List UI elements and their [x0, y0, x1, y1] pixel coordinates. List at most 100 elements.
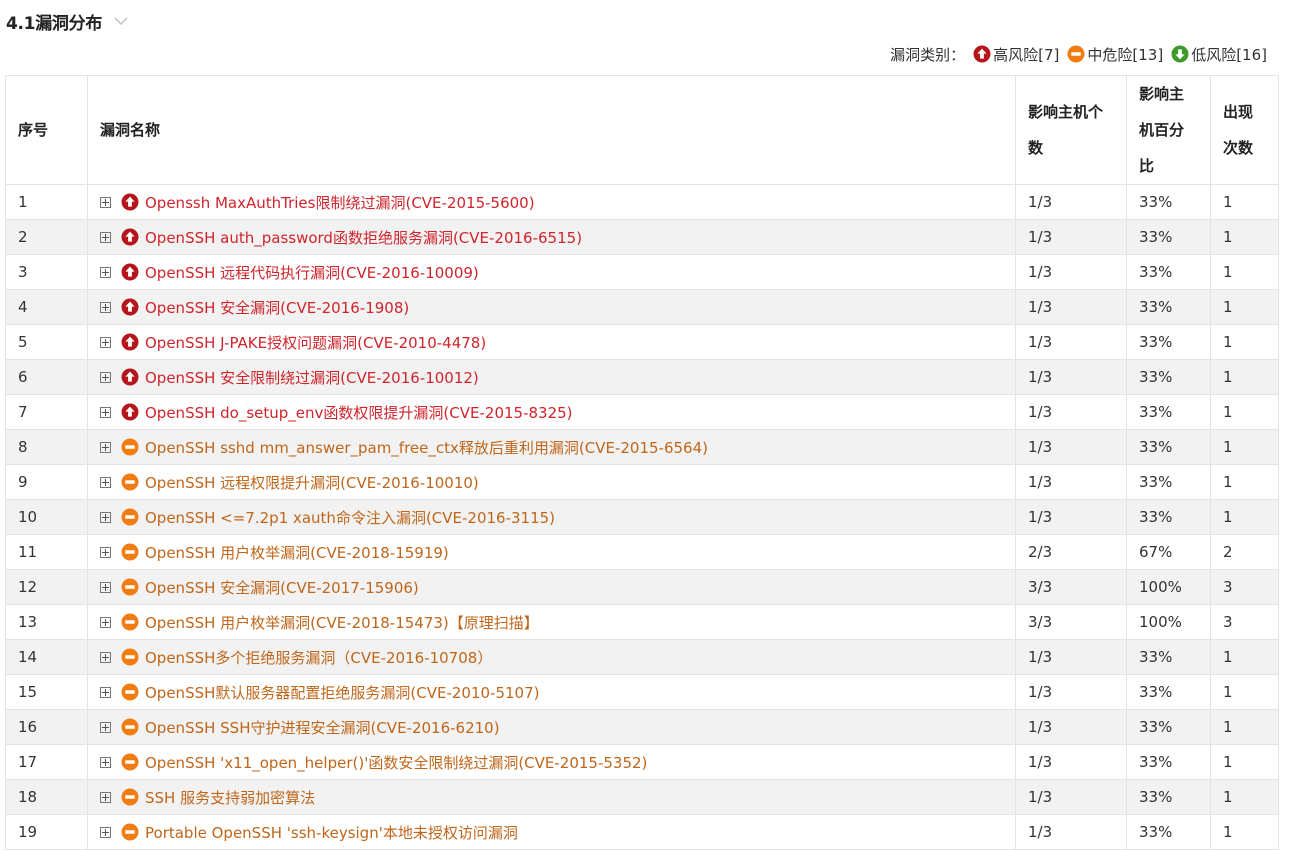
cell-count: 1	[1210, 709, 1279, 745]
cell-count: 1	[1210, 219, 1279, 255]
cell-index: 17	[5, 744, 88, 780]
cell-hosts: 3/3	[1015, 569, 1127, 605]
cell-hosts: 1/3	[1015, 814, 1127, 850]
vulnerability-name-link[interactable]: OpenSSH <=7.2p1 xauth命令注入漏洞(CVE-2016-311…	[145, 507, 555, 528]
medium-risk-icon	[121, 508, 139, 526]
medium-risk-icon	[121, 613, 139, 631]
vulnerability-name-link[interactable]: SSH 服务支持弱加密算法	[145, 787, 315, 808]
cell-count: 1	[1210, 639, 1279, 675]
expand-icon[interactable]	[100, 196, 111, 208]
high-risk-icon	[121, 228, 139, 246]
cell-hosts: 1/3	[1015, 324, 1127, 360]
cell-count: 1	[1210, 184, 1279, 220]
table-row: 3 OpenSSH 远程代码执行漏洞(CVE-2016-10009) 1/3 33% 1	[5, 254, 1279, 290]
cell-index: 16	[5, 709, 88, 745]
cell-hosts: 3/3	[1015, 604, 1127, 640]
cell-index: 1	[5, 184, 88, 220]
table-body: 1 Openssh MaxAuthTries限制绕过漏洞(CVE-2015-560…	[5, 184, 1279, 850]
expand-icon[interactable]	[100, 581, 111, 593]
vulnerability-name-link[interactable]: OpenSSH SSH守护进程安全漏洞(CVE-2016-6210)	[145, 717, 500, 738]
cell-count: 1	[1210, 814, 1279, 850]
cell-index: 2	[5, 219, 88, 255]
expand-icon[interactable]	[100, 756, 111, 768]
vulnerability-name-link[interactable]: OpenSSH默认服务器配置拒绝服务漏洞(CVE-2010-5107)	[145, 682, 539, 703]
medium-risk-icon	[121, 543, 139, 561]
cell-name: OpenSSH多个拒绝服务漏洞（CVE-2016-10708）	[87, 639, 1016, 675]
vulnerability-table: 序号 漏洞名称 影响主机个数 影响主机百分比 出现次数 1 Openssh Max…	[5, 75, 1279, 850]
cell-index: 4	[5, 289, 88, 325]
vulnerability-name-link[interactable]: OpenSSH 用户枚举漏洞(CVE-2018-15473)【原理扫描】	[145, 612, 539, 633]
cell-count: 1	[1210, 674, 1279, 710]
vulnerability-name-link[interactable]: OpenSSH auth_password函数拒绝服务漏洞(CVE-2016-6…	[145, 227, 582, 248]
cell-name: OpenSSH do_setup_env函数权限提升漏洞(CVE-2015-83…	[87, 394, 1016, 430]
cell-hosts: 1/3	[1015, 744, 1127, 780]
cell-count: 1	[1210, 744, 1279, 780]
expand-icon[interactable]	[100, 441, 111, 453]
cell-percent: 33%	[1126, 254, 1211, 290]
cell-hosts: 1/3	[1015, 219, 1127, 255]
expand-icon[interactable]	[100, 651, 111, 663]
vulnerability-name-link[interactable]: OpenSSH 远程代码执行漏洞(CVE-2016-10009)	[145, 262, 479, 283]
cell-count: 1	[1210, 394, 1279, 430]
expand-icon[interactable]	[100, 511, 111, 523]
high-risk-icon	[121, 263, 139, 281]
vulnerability-name-link[interactable]: Openssh MaxAuthTries限制绕过漏洞(CVE-2015-5600…	[145, 192, 535, 213]
vulnerability-name-link[interactable]: OpenSSH 'x11_open_helper()'函数安全限制绕过漏洞(CV…	[145, 752, 647, 773]
cell-percent: 67%	[1126, 534, 1211, 570]
expand-icon[interactable]	[100, 406, 111, 418]
vulnerability-name-link[interactable]: OpenSSH 安全漏洞(CVE-2017-15906)	[145, 577, 419, 598]
expand-icon[interactable]	[100, 301, 111, 313]
vulnerability-name-link[interactable]: OpenSSH 安全漏洞(CVE-2016-1908)	[145, 297, 409, 318]
cell-percent: 33%	[1126, 184, 1211, 220]
vulnerability-name-link[interactable]: OpenSSH J-PAKE授权问题漏洞(CVE-2010-4478)	[145, 332, 486, 353]
expand-icon[interactable]	[100, 371, 111, 383]
expand-icon[interactable]	[100, 686, 111, 698]
cell-name: OpenSSH 用户枚举漏洞(CVE-2018-15919)	[87, 534, 1016, 570]
table-header-row: 序号 漏洞名称 影响主机个数 影响主机百分比 出现次数	[5, 75, 1279, 185]
cell-name: OpenSSH sshd mm_answer_pam_free_ctx释放后重利…	[87, 429, 1016, 465]
expand-icon[interactable]	[100, 266, 111, 278]
table-row: 5 OpenSSH J-PAKE授权问题漏洞(CVE-2010-4478) 1/3 3…	[5, 324, 1279, 360]
table-row: 15 OpenSSH默认服务器配置拒绝服务漏洞(CVE-2010-5107) 1/3…	[5, 674, 1279, 710]
cell-hosts: 1/3	[1015, 359, 1127, 395]
expand-icon[interactable]	[100, 721, 111, 733]
chevron-down-icon[interactable]	[112, 12, 130, 30]
cell-percent: 33%	[1126, 499, 1211, 535]
cell-count: 1	[1210, 464, 1279, 500]
vulnerability-name-link[interactable]: Portable OpenSSH 'ssh-keysign'本地未授权访问漏洞	[145, 822, 518, 843]
table-row: 8 OpenSSH sshd mm_answer_pam_free_ctx释放后重…	[5, 429, 1279, 465]
expand-icon[interactable]	[100, 231, 111, 243]
header-percent: 影响主机百分比	[1126, 75, 1211, 185]
severity-legend: 漏洞类别： 高风险[7] 中危险[13] 低风险[16]	[890, 43, 1267, 65]
vulnerability-name-link[interactable]: OpenSSH多个拒绝服务漏洞（CVE-2016-10708）	[145, 647, 492, 668]
cell-index: 10	[5, 499, 88, 535]
legend-item-low: 低风险[16]	[1171, 44, 1267, 65]
cell-hosts: 1/3	[1015, 254, 1127, 290]
cell-hosts: 1/3	[1015, 394, 1127, 430]
vulnerability-name-link[interactable]: OpenSSH 用户枚举漏洞(CVE-2018-15919)	[145, 542, 449, 563]
vulnerability-name-link[interactable]: OpenSSH 远程权限提升漏洞(CVE-2016-10010)	[145, 472, 479, 493]
cell-name: OpenSSH 'x11_open_helper()'函数安全限制绕过漏洞(CV…	[87, 744, 1016, 780]
cell-name: Openssh MaxAuthTries限制绕过漏洞(CVE-2015-5600…	[87, 184, 1016, 220]
expand-icon[interactable]	[100, 791, 111, 803]
cell-count: 1	[1210, 359, 1279, 395]
cell-count: 3	[1210, 569, 1279, 605]
table-row: 12 OpenSSH 安全漏洞(CVE-2017-15906) 3/3 100% 3	[5, 569, 1279, 605]
header-count: 出现次数	[1210, 75, 1279, 185]
cell-count: 3	[1210, 604, 1279, 640]
expand-icon[interactable]	[100, 616, 111, 628]
vulnerability-name-link[interactable]: OpenSSH do_setup_env函数权限提升漏洞(CVE-2015-83…	[145, 402, 573, 423]
vulnerability-name-link[interactable]: OpenSSH 安全限制绕过漏洞(CVE-2016-10012)	[145, 367, 479, 388]
cell-count: 1	[1210, 254, 1279, 290]
expand-icon[interactable]	[100, 336, 111, 348]
cell-hosts: 1/3	[1015, 639, 1127, 675]
expand-icon[interactable]	[100, 826, 111, 838]
cell-percent: 33%	[1126, 814, 1211, 850]
expand-icon[interactable]	[100, 546, 111, 558]
medium-risk-icon	[121, 648, 139, 666]
header-index: 序号	[5, 75, 88, 185]
table-row: 7 OpenSSH do_setup_env函数权限提升漏洞(CVE-2015-8…	[5, 394, 1279, 430]
high-risk-icon	[973, 45, 991, 63]
vulnerability-name-link[interactable]: OpenSSH sshd mm_answer_pam_free_ctx释放后重利…	[145, 437, 708, 458]
expand-icon[interactable]	[100, 476, 111, 488]
